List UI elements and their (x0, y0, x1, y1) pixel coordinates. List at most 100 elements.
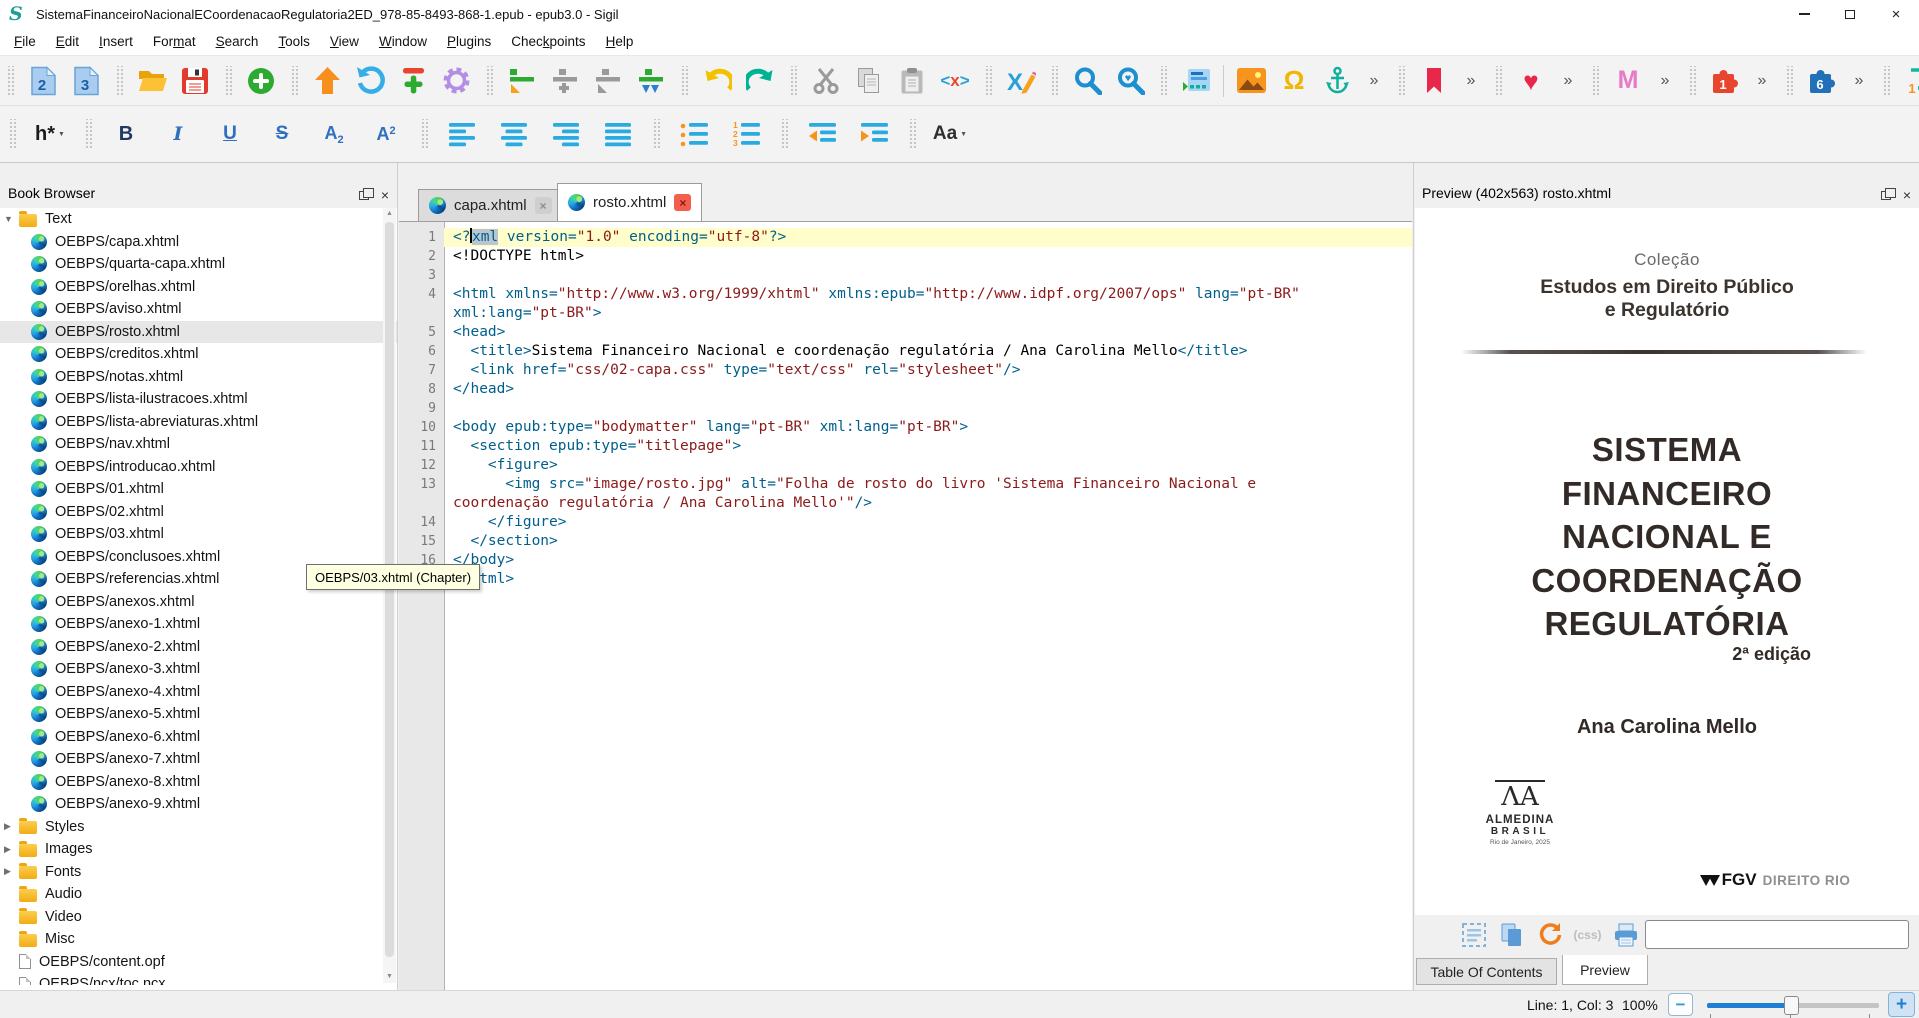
tree-item-oebps-anexo-1-xhtml[interactable]: OEBPS/anexo-1.xhtml (0, 613, 397, 636)
plugin-six-icon[interactable]: 6 (1806, 63, 1838, 99)
tree-item-oebps-nav-xhtml[interactable]: OEBPS/nav.xhtml (0, 433, 397, 456)
tree-item-oebps-02-xhtml[interactable]: OEBPS/02.xhtml (0, 501, 397, 524)
heading-select-icon[interactable]: h*▼ (30, 116, 70, 152)
preview-address-input[interactable] (1645, 920, 1909, 949)
plugin-one-icon[interactable]: 1 (1709, 63, 1741, 99)
align-justify-icon[interactable] (598, 116, 638, 152)
casing-select-icon[interactable]: Aa▼ (930, 116, 970, 152)
css-stamp-icon[interactable]: (css) (1574, 921, 1601, 949)
tree-item-oebps-anexo-4-xhtml[interactable]: OEBPS/anexo-4.xhtml (0, 681, 397, 704)
tree-scrollbar[interactable]: ▲ ▼ (383, 208, 396, 983)
tree-item-oebps-quarta-capa-xhtml[interactable]: OEBPS/quarta-capa.xhtml (0, 253, 397, 276)
tree-item-oebps-lista-ilustracoes-xhtml[interactable]: OEBPS/lista-ilustracoes.xhtml (0, 388, 397, 411)
tree-item-oebps-capa-xhtml[interactable]: OEBPS/capa.xhtml (0, 231, 397, 254)
menu-edit[interactable]: Edit (46, 30, 89, 53)
tree-item-misc[interactable]: Misc (0, 928, 397, 951)
insert-image-icon[interactable] (1235, 63, 1267, 99)
tree-item-oebps-notas-xhtml[interactable]: OEBPS/notas.xhtml (0, 366, 397, 389)
close-button[interactable]: × (1873, 0, 1919, 28)
align-right-icon[interactable] (546, 116, 586, 152)
menu-plugins[interactable]: Plugins (437, 30, 501, 53)
settings-gear-icon[interactable] (440, 63, 472, 99)
overflow-chevron-icon[interactable]: » (1364, 72, 1384, 90)
tree-item-oebps-rosto-xhtml[interactable]: OEBPS/rosto.xhtml (0, 321, 397, 344)
copy-icon[interactable] (853, 63, 885, 99)
checkpoint-manage-icon[interactable] (397, 63, 429, 99)
tree-item-oebps-anexo-9-xhtml[interactable]: OEBPS/anexo-9.xhtml (0, 793, 397, 816)
find-icon[interactable] (1071, 63, 1103, 99)
menu-insert[interactable]: Insert (89, 30, 143, 53)
redo-icon[interactable] (744, 63, 776, 99)
tree-item-oebps-aviso-xhtml[interactable]: OEBPS/aviso.xhtml (0, 298, 397, 321)
tab-preview[interactable]: Preview (1562, 955, 1648, 985)
metadata-editor-icon[interactable] (1180, 63, 1212, 99)
tree-item-oebps-anexo-2-xhtml[interactable]: OEBPS/anexo-2.xhtml (0, 636, 397, 659)
save-icon[interactable] (179, 63, 211, 99)
scroll-up-icon[interactable]: ▲ (383, 208, 396, 220)
tree-item-text[interactable]: ▼Text (0, 208, 397, 231)
refresh-icon[interactable] (1536, 921, 1563, 949)
tree-item-oebps-orelhas-xhtml[interactable]: OEBPS/orelhas.xhtml (0, 276, 397, 299)
insert-anchor-icon[interactable] (1321, 63, 1353, 99)
tree-item-oebps-anexo-7-xhtml[interactable]: OEBPS/anexo-7.xhtml (0, 748, 397, 771)
tab-close-icon[interactable]: × (535, 197, 552, 214)
chevron-down-icon[interactable]: ▼ (4, 214, 19, 224)
indent-icon[interactable] (854, 116, 894, 152)
subscript-icon[interactable]: A2 (314, 116, 354, 152)
superscript-icon[interactable]: A2 (366, 116, 406, 152)
maximize-button[interactable] (1827, 0, 1873, 28)
menu-tools[interactable]: Tools (268, 30, 320, 53)
align-left-icon[interactable] (442, 116, 482, 152)
code-view-icon[interactable] (1422, 921, 1449, 949)
plugin-runner-icon[interactable]: 1 (1903, 63, 1919, 99)
zoom-slider-handle[interactable] (1784, 996, 1799, 1015)
tree-item-oebps-anexo-5-xhtml[interactable]: OEBPS/anexo-5.xhtml (0, 703, 397, 726)
editor-tab-rosto-xhtml[interactable]: rosto.xhtml× (557, 183, 702, 221)
menu-help[interactable]: Help (596, 30, 644, 53)
tree-item-oebps-03-xhtml[interactable]: OEBPS/03.xhtml (0, 523, 397, 546)
menu-view[interactable]: View (320, 30, 369, 53)
mend-code-icon[interactable]: X (1005, 63, 1037, 99)
align-center-icon[interactable] (494, 116, 534, 152)
overflow-chevron-icon[interactable]: » (1461, 72, 1481, 90)
split-at-cursor-icon[interactable] (506, 63, 538, 99)
tree-item-oebps-anexo-3-xhtml[interactable]: OEBPS/anexo-3.xhtml (0, 658, 397, 681)
tab-table-of-contents[interactable]: Table Of Contents (1416, 958, 1557, 985)
overflow-chevron-icon[interactable]: » (1752, 72, 1772, 90)
find-special-icon[interactable]: ♥ (1114, 63, 1146, 99)
tree-item-oebps-content-opf[interactable]: OEBPS/content.opf (0, 951, 397, 974)
tree-item-oebps-01-xhtml[interactable]: OEBPS/01.xhtml (0, 478, 397, 501)
chevron-right-icon[interactable]: ▶ (4, 866, 19, 877)
scroll-down-icon[interactable]: ▼ (383, 971, 396, 983)
editor-tab-capa-xhtml[interactable]: capa.xhtml× (418, 189, 563, 221)
chevron-right-icon[interactable]: ▶ (4, 821, 19, 832)
tree-item-oebps-creditos-xhtml[interactable]: OEBPS/creditos.xhtml (0, 343, 397, 366)
dock-float-icon[interactable] (1881, 191, 1891, 200)
menu-format[interactable]: Format (143, 30, 206, 53)
menu-file[interactable]: File (4, 30, 46, 53)
chevron-right-icon[interactable]: ▶ (4, 844, 19, 855)
dock-close-icon[interactable]: × (1903, 189, 1911, 201)
open-icon[interactable] (136, 63, 168, 99)
strikethrough-icon[interactable]: S (262, 116, 302, 152)
tree-item-oebps-anexos-xhtml[interactable]: OEBPS/anexos.xhtml (0, 591, 397, 614)
special-character-icon[interactable]: Ω (1278, 63, 1310, 99)
minimize-button[interactable] (1781, 0, 1827, 28)
menu-checkpoints[interactable]: Checkpoints (501, 30, 595, 53)
overflow-chevron-icon[interactable]: » (1655, 72, 1675, 90)
tree-item-oebps-anexo-6-xhtml[interactable]: OEBPS/anexo-6.xhtml (0, 726, 397, 749)
checkpoint-commit-icon[interactable] (311, 63, 343, 99)
split-marker-alt-icon[interactable] (592, 63, 624, 99)
tree-item-oebps-lista-abreviaturas-xhtml[interactable]: OEBPS/lista-abreviaturas.xhtml (0, 411, 397, 434)
menu-search[interactable]: Search (206, 30, 269, 53)
select-all-icon[interactable] (1460, 921, 1487, 949)
underline-icon[interactable]: U (210, 116, 250, 152)
delete-tag-icon[interactable]: <x> (939, 63, 971, 99)
donate-icon[interactable]: ♥ (1515, 63, 1547, 99)
menu-window[interactable]: Window (369, 30, 437, 53)
tree-item-oebps-ncx-toc-ncx[interactable]: OEBPS/ncx/toc.ncx (0, 973, 397, 985)
split-at-markers-icon[interactable] (635, 63, 667, 99)
overflow-chevron-icon[interactable]: » (1558, 72, 1578, 90)
tree-item-oebps-anexo-8-xhtml[interactable]: OEBPS/anexo-8.xhtml (0, 771, 397, 794)
cut-icon[interactable] (810, 63, 842, 99)
